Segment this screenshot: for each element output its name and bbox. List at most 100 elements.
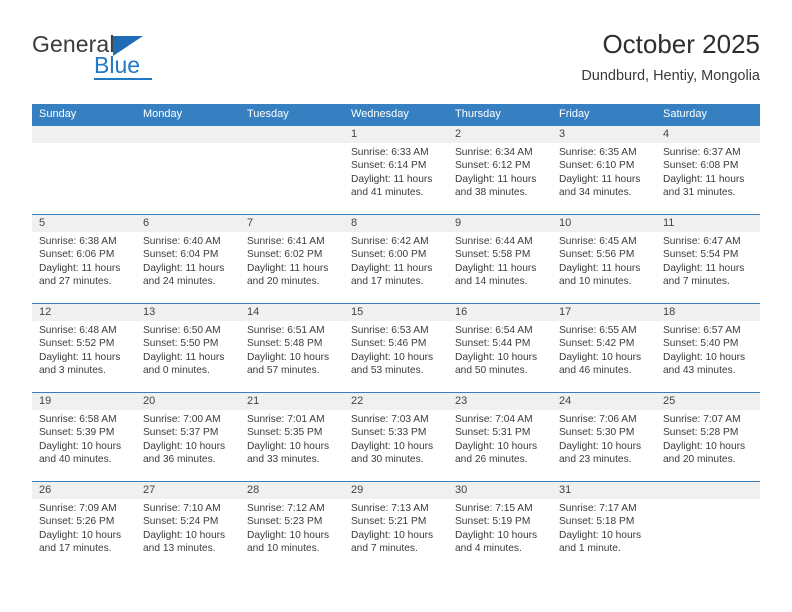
daylight-text-line2: and 4 minutes. [455,543,522,555]
weekday-header-friday: Friday [559,108,590,120]
daylight-text-line2: and 43 minutes. [663,365,736,377]
day-cell[interactable]: 3 Sunrise: 6:35 AM Sunset: 6:10 PM Dayli… [552,126,656,214]
day-cell[interactable]: 4 Sunrise: 6:37 AM Sunset: 6:08 PM Dayli… [656,126,760,214]
week-row: 19 Sunrise: 6:58 AM Sunset: 5:39 PM Dayl… [32,392,760,481]
day-cell[interactable]: 5 Sunrise: 6:38 AM Sunset: 6:06 PM Dayli… [32,215,136,303]
day-cell[interactable]: 17 Sunrise: 6:55 AM Sunset: 5:42 PM Dayl… [552,304,656,392]
day-cell[interactable]: 18 Sunrise: 6:57 AM Sunset: 5:40 PM Dayl… [656,304,760,392]
day-cell[interactable]: 27 Sunrise: 7:10 AM Sunset: 5:24 PM Dayl… [136,482,240,570]
day-number: 26 [32,482,136,499]
sunrise-text: Sunrise: 6:37 AM [663,147,741,158]
daylight-text-line1: Daylight: 10 hours [455,351,538,363]
day-details: Sunrise: 6:42 AM Sunset: 6:00 PM Dayligh… [344,232,448,289]
day-cell[interactable]: 24 Sunrise: 7:06 AM Sunset: 5:30 PM Dayl… [552,393,656,481]
sunrise-text: Sunrise: 7:09 AM [39,503,117,514]
day-cell[interactable] [240,126,344,214]
daylight-text-line1: Daylight: 11 hours [143,262,225,274]
sunset-text: Sunset: 5:33 PM [351,427,427,439]
day-cell[interactable]: 8 Sunrise: 6:42 AM Sunset: 6:00 PM Dayli… [344,215,448,303]
daylight-text-line1: Daylight: 10 hours [455,529,538,541]
day-details: Sunrise: 7:00 AM Sunset: 5:37 PM Dayligh… [136,410,240,467]
daylight-text-line2: and 14 minutes. [455,276,528,288]
daylight-text-line1: Daylight: 10 hours [247,440,330,452]
day-cell[interactable]: 2 Sunrise: 6:34 AM Sunset: 6:12 PM Dayli… [448,126,552,214]
day-cell[interactable]: 31 Sunrise: 7:17 AM Sunset: 5:18 PM Dayl… [552,482,656,570]
sunset-text: Sunset: 6:10 PM [559,160,635,172]
daylight-text-line1: Daylight: 10 hours [663,351,746,363]
day-cell[interactable]: 23 Sunrise: 7:04 AM Sunset: 5:31 PM Dayl… [448,393,552,481]
day-number: 5 [32,215,136,232]
day-details: Sunrise: 6:47 AM Sunset: 5:54 PM Dayligh… [656,232,760,289]
day-details [32,143,136,146]
page-header: General Blue October 2025 Dundburd, Hent… [32,28,760,100]
day-details [240,143,344,146]
sunrise-text: Sunrise: 6:41 AM [247,236,325,247]
day-details: Sunrise: 7:04 AM Sunset: 5:31 PM Dayligh… [448,410,552,467]
day-cell[interactable]: 28 Sunrise: 7:12 AM Sunset: 5:23 PM Dayl… [240,482,344,570]
day-cell[interactable]: 9 Sunrise: 6:44 AM Sunset: 5:58 PM Dayli… [448,215,552,303]
sunrise-text: Sunrise: 7:07 AM [663,414,741,425]
day-cell[interactable]: 15 Sunrise: 6:53 AM Sunset: 5:46 PM Dayl… [344,304,448,392]
day-cell[interactable]: 6 Sunrise: 6:40 AM Sunset: 6:04 PM Dayli… [136,215,240,303]
day-number: 10 [552,215,656,232]
sunset-text: Sunset: 5:31 PM [455,427,531,439]
day-cell[interactable]: 13 Sunrise: 6:50 AM Sunset: 5:50 PM Dayl… [136,304,240,392]
weekday-header-monday: Monday [143,108,183,120]
sunset-text: Sunset: 6:04 PM [143,249,219,261]
day-details: Sunrise: 6:37 AM Sunset: 6:08 PM Dayligh… [656,143,760,200]
day-cell[interactable]: 26 Sunrise: 7:09 AM Sunset: 5:26 PM Dayl… [32,482,136,570]
day-cell[interactable]: 16 Sunrise: 6:54 AM Sunset: 5:44 PM Dayl… [448,304,552,392]
day-number: 27 [136,482,240,499]
day-cell[interactable]: 10 Sunrise: 6:45 AM Sunset: 5:56 PM Dayl… [552,215,656,303]
daylight-text-line2: and 17 minutes. [351,276,424,288]
day-details: Sunrise: 7:12 AM Sunset: 5:23 PM Dayligh… [240,499,344,556]
day-cell[interactable]: 11 Sunrise: 6:47 AM Sunset: 5:54 PM Dayl… [656,215,760,303]
day-number [32,126,136,143]
day-number: 20 [136,393,240,410]
daylight-text-line2: and 3 minutes. [39,365,106,377]
daylight-text-line1: Daylight: 10 hours [455,440,538,452]
day-cell[interactable]: 21 Sunrise: 7:01 AM Sunset: 5:35 PM Dayl… [240,393,344,481]
day-cell[interactable]: 12 Sunrise: 6:48 AM Sunset: 5:52 PM Dayl… [32,304,136,392]
day-cell[interactable]: 29 Sunrise: 7:13 AM Sunset: 5:21 PM Dayl… [344,482,448,570]
sunset-text: Sunset: 6:06 PM [39,249,115,261]
daylight-text-line1: Daylight: 10 hours [559,529,642,541]
day-details: Sunrise: 6:35 AM Sunset: 6:10 PM Dayligh… [552,143,656,200]
sunset-text: Sunset: 5:24 PM [143,516,219,528]
day-cell[interactable]: 22 Sunrise: 7:03 AM Sunset: 5:33 PM Dayl… [344,393,448,481]
day-number: 28 [240,482,344,499]
sunrise-text: Sunrise: 6:35 AM [559,147,637,158]
day-number: 13 [136,304,240,321]
sunrise-text: Sunrise: 6:47 AM [663,236,741,247]
daylight-text-line2: and 46 minutes. [559,365,632,377]
sunrise-text: Sunrise: 6:48 AM [39,325,117,336]
sunrise-text: Sunrise: 6:38 AM [39,236,117,247]
day-cell[interactable] [656,482,760,570]
day-cell[interactable]: 20 Sunrise: 7:00 AM Sunset: 5:37 PM Dayl… [136,393,240,481]
sunset-text: Sunset: 5:19 PM [455,516,531,528]
day-details: Sunrise: 6:54 AM Sunset: 5:44 PM Dayligh… [448,321,552,378]
daylight-text-line2: and 30 minutes. [351,454,424,466]
day-cell[interactable]: 30 Sunrise: 7:15 AM Sunset: 5:19 PM Dayl… [448,482,552,570]
daylight-text-line1: Daylight: 11 hours [143,351,225,363]
day-cell[interactable] [32,126,136,214]
sunset-text: Sunset: 5:50 PM [143,338,219,350]
daylight-text-line1: Daylight: 10 hours [247,351,330,363]
day-cell[interactable] [136,126,240,214]
day-details: Sunrise: 7:10 AM Sunset: 5:24 PM Dayligh… [136,499,240,556]
daylight-text-line2: and 57 minutes. [247,365,320,377]
day-details: Sunrise: 7:01 AM Sunset: 5:35 PM Dayligh… [240,410,344,467]
day-cell[interactable]: 14 Sunrise: 6:51 AM Sunset: 5:48 PM Dayl… [240,304,344,392]
daylight-text-line2: and 7 minutes. [663,276,730,288]
daylight-text-line2: and 36 minutes. [143,454,216,466]
day-cell[interactable]: 1 Sunrise: 6:33 AM Sunset: 6:14 PM Dayli… [344,126,448,214]
day-cell[interactable]: 7 Sunrise: 6:41 AM Sunset: 6:02 PM Dayli… [240,215,344,303]
weekday-header-wednesday: Wednesday [351,108,409,120]
sunset-text: Sunset: 5:54 PM [663,249,739,261]
day-number: 21 [240,393,344,410]
sunrise-text: Sunrise: 6:44 AM [455,236,533,247]
title-block: October 2025 Dundburd, Hentiy, Mongolia [581,28,760,86]
day-cell[interactable]: 19 Sunrise: 6:58 AM Sunset: 5:39 PM Dayl… [32,393,136,481]
daylight-text-line1: Daylight: 10 hours [559,440,642,452]
day-cell[interactable]: 25 Sunrise: 7:07 AM Sunset: 5:28 PM Dayl… [656,393,760,481]
